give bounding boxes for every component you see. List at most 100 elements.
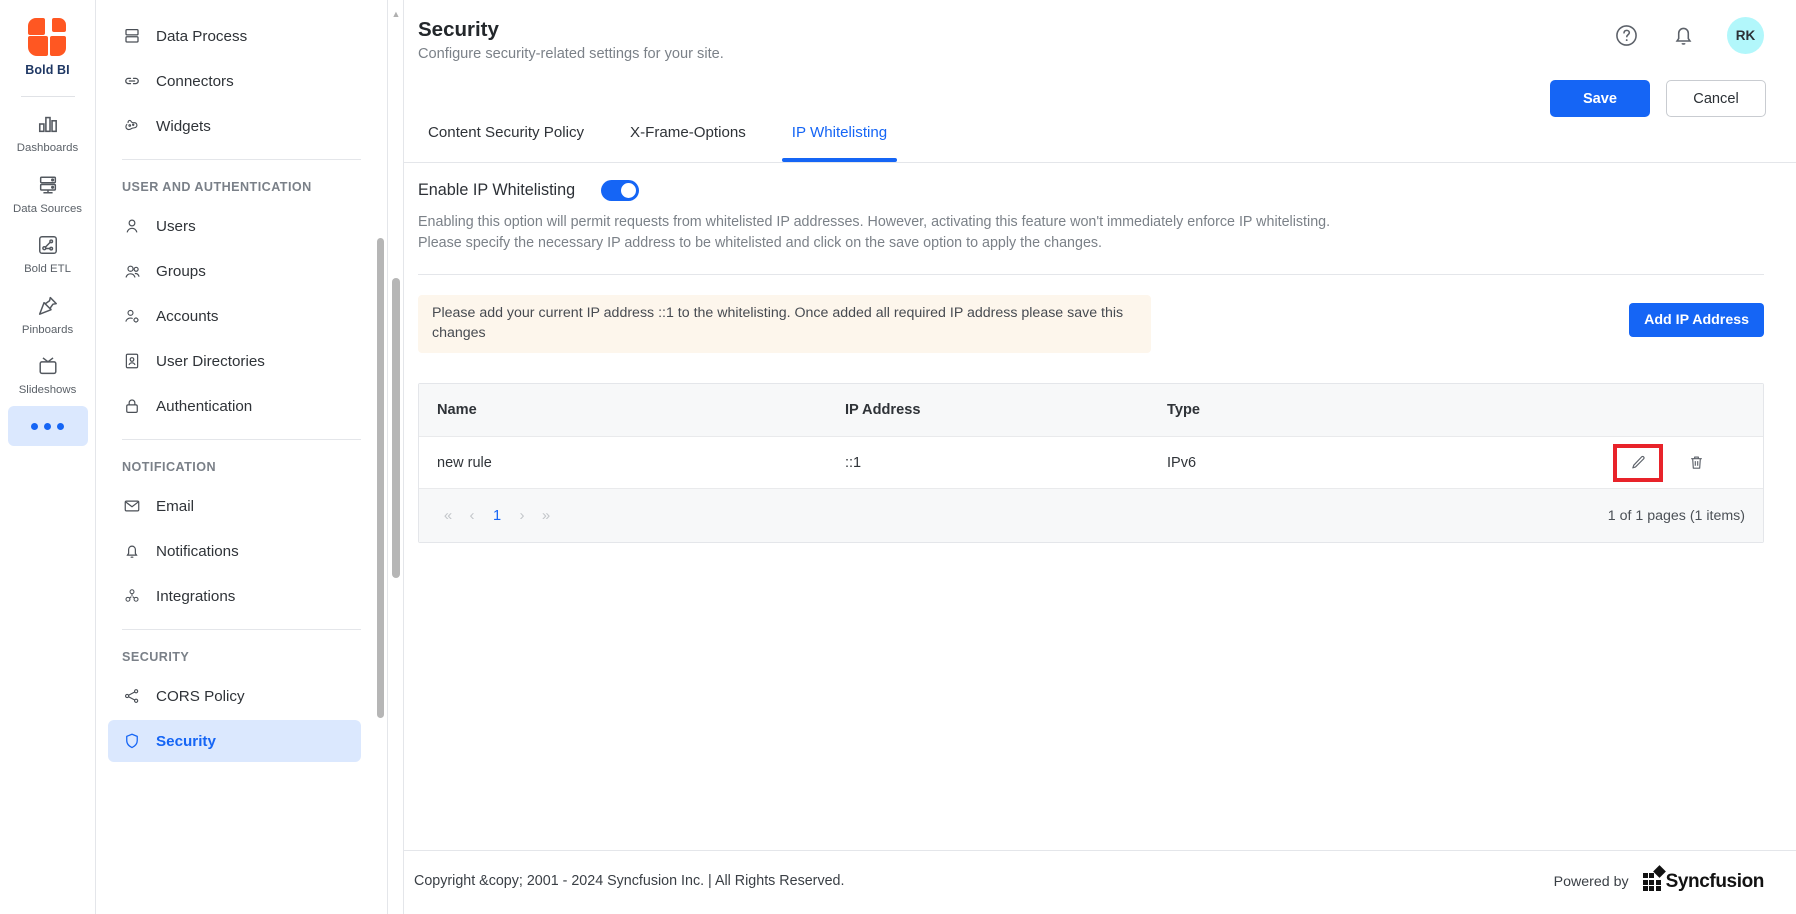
pin-icon: [36, 294, 60, 318]
brand[interactable]: Bold BI: [25, 10, 70, 83]
table-header-row: Name IP Address Type: [419, 384, 1763, 437]
sidebar-scrollbar[interactable]: [373, 0, 387, 914]
shield-icon: [122, 731, 142, 751]
sidebar-item-integrations[interactable]: Integrations: [108, 575, 361, 617]
rail-item-slideshows[interactable]: Slideshows: [8, 345, 88, 404]
integrations-icon: [122, 586, 142, 606]
info-banner: Please add your current IP address ::1 t…: [418, 295, 1151, 353]
page-scrollbar-thumb[interactable]: [392, 278, 400, 578]
page-subtitle: Configure security-related settings for …: [418, 46, 724, 62]
sidebar-item-authentication[interactable]: Authentication: [108, 385, 361, 427]
scrollbar-thumb[interactable]: [377, 238, 384, 718]
account-gear-icon: [122, 306, 142, 326]
sidebar-item-user-directories[interactable]: User Directories: [108, 340, 361, 382]
pagination-last[interactable]: »: [535, 505, 557, 527]
sidebar-item-label: Integrations: [156, 587, 236, 605]
save-button[interactable]: Save: [1550, 80, 1650, 117]
enable-ip-whitelisting-label: Enable IP Whitelisting: [418, 181, 576, 199]
sidebar-item-label: Users: [156, 217, 196, 235]
bold-bi-logo-icon: [28, 18, 67, 56]
sidebar-item-accounts[interactable]: Accounts: [108, 295, 361, 337]
enable-ip-whitelisting-toggle[interactable]: [601, 180, 640, 201]
main-content: Security Configure security-related sett…: [404, 0, 1796, 914]
rail-item-data-sources[interactable]: Data Sources: [8, 164, 88, 223]
rail-item-more[interactable]: [7, 405, 88, 446]
rail-item-bold-etl[interactable]: Bold ETL: [8, 224, 88, 283]
app-root: Bold BI Dashboards Data Sources Bold ETL…: [0, 0, 1796, 914]
link-icon: [122, 71, 142, 91]
envelope-icon: [122, 496, 142, 516]
avatar[interactable]: RK: [1727, 17, 1764, 54]
etl-icon: [36, 233, 60, 257]
sidebar-item-label: Security: [156, 732, 216, 750]
pagination-next[interactable]: ›: [511, 505, 533, 527]
sidebar-item-groups[interactable]: Groups: [108, 250, 361, 292]
widgets-icon: [122, 116, 142, 136]
enable-ip-whitelisting-row: Enable IP Whitelisting: [418, 180, 640, 201]
data-process-icon: [122, 26, 142, 46]
sidebar-item-users[interactable]: Users: [108, 205, 361, 247]
info-banner-text: Please add your current IP address ::1 t…: [432, 305, 1124, 341]
rail-item-label: Slideshows: [18, 384, 77, 397]
sidebar-item-data-process[interactable]: Data Process: [108, 15, 361, 57]
secondary-sidebar: Data Process Connectors Widgets USER AND…: [96, 0, 388, 914]
sidebar-item-security[interactable]: Security: [108, 720, 361, 762]
more-dots-icon: [31, 415, 64, 439]
trash-icon[interactable]: [1683, 450, 1709, 476]
pagination-prev[interactable]: ‹: [461, 505, 483, 527]
cell-ip-address: ::1: [845, 454, 862, 471]
pencil-icon[interactable]: [1625, 450, 1651, 476]
tab-content-security-policy[interactable]: Content Security Policy: [418, 120, 594, 162]
sidebar-item-label: Widgets: [156, 117, 211, 135]
header-actions: RK: [1613, 17, 1764, 54]
tab-underline: [404, 162, 1796, 163]
pagination-first[interactable]: «: [437, 505, 459, 527]
description-line-1: Enabling this option will permit request…: [418, 214, 1331, 230]
page-scrollbar[interactable]: ▲: [388, 0, 404, 914]
page-title: Security: [418, 18, 499, 41]
ip-whitelist-table: Name IP Address Type new rule ::1 IPv6 «…: [418, 383, 1764, 543]
cancel-button[interactable]: Cancel: [1666, 80, 1766, 117]
page-footer: Copyright &copy; 2001 - 2024 Syncfusion …: [404, 850, 1796, 914]
sidebar-item-label: Authentication: [156, 397, 253, 415]
pagination-page-1[interactable]: 1: [485, 505, 509, 527]
brand-name: Bold BI: [25, 63, 70, 77]
powered-by-label: Powered by: [1553, 874, 1629, 890]
sidebar-item-connectors[interactable]: Connectors: [108, 60, 361, 102]
rail-item-dashboards[interactable]: Dashboards: [8, 103, 88, 162]
sidebar-scroll-area: Data Process Connectors Widgets USER AND…: [96, 0, 373, 914]
scrollbar-up-arrow-icon[interactable]: ▲: [391, 10, 401, 19]
sidebar-group-title-notification: NOTIFICATION: [122, 460, 217, 474]
ip-whitelisting-description: Enabling this option will permit request…: [418, 212, 1330, 253]
add-ip-address-button[interactable]: Add IP Address: [1629, 303, 1764, 337]
bell-icon[interactable]: [1670, 22, 1697, 49]
pagination-info: 1 of 1 pages (1 items): [1607, 507, 1745, 524]
toggle-knob: [621, 183, 637, 198]
tab-x-frame-options[interactable]: X-Frame-Options: [620, 120, 756, 162]
main-body: Security Configure security-related sett…: [404, 0, 1796, 850]
cell-actions: [1613, 443, 1763, 482]
rail-item-label: Bold ETL: [24, 263, 71, 276]
sidebar-item-label: CORS Policy: [156, 687, 245, 705]
cell-name: new rule: [437, 454, 492, 471]
sidebar-item-label: Email: [156, 497, 194, 515]
share-nodes-icon: [122, 686, 142, 706]
rail-item-pinboards[interactable]: Pinboards: [8, 285, 88, 344]
sidebar-item-notifications[interactable]: Notifications: [108, 530, 361, 572]
tab-ip-whitelisting[interactable]: IP Whitelisting: [781, 120, 898, 162]
primary-rail: Bold BI Dashboards Data Sources Bold ETL…: [0, 0, 96, 914]
sidebar-item-widgets[interactable]: Widgets: [108, 105, 361, 147]
pagination: « ‹ 1 › »: [437, 505, 557, 527]
user-icon: [122, 216, 142, 236]
help-circle-icon[interactable]: [1613, 22, 1640, 49]
sidebar-item-email[interactable]: Email: [108, 485, 361, 527]
sidebar-item-label: Notifications: [156, 542, 239, 560]
table-footer: « ‹ 1 › » 1 of 1 pages (1 items): [419, 489, 1763, 542]
sidebar-item-cors-policy[interactable]: CORS Policy: [108, 675, 361, 717]
rail-item-label: Dashboards: [16, 142, 79, 154]
column-header-type: Type: [1167, 402, 1200, 418]
sidebar-item-label: User Directories: [156, 352, 265, 370]
column-header-ip-address: IP Address: [845, 402, 921, 418]
description-line-2: Please specify the necessary IP address …: [418, 234, 1103, 251]
column-header-name: Name: [437, 402, 477, 418]
